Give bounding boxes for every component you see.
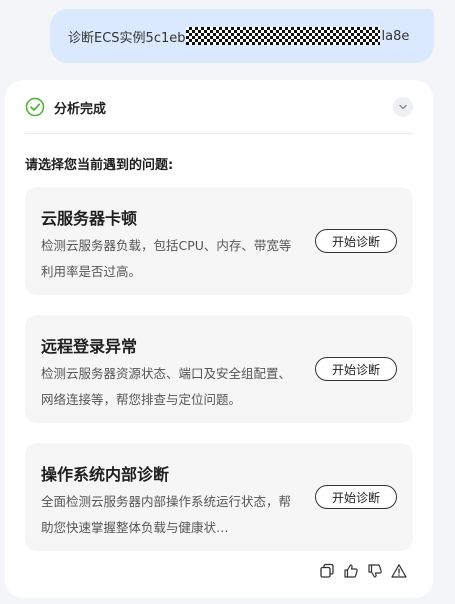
copy-icon[interactable] xyxy=(319,563,335,579)
question-prompt: 请选择您当前遇到的问题: xyxy=(25,158,174,173)
option-card-server-lag: 云服务器卡顿 检测云服务器负载，包括CPU、内存、带宽等利用率是否过高。 开始诊… xyxy=(25,187,413,295)
option-title: 远程登录异常 xyxy=(41,337,138,356)
option-description: 检测云服务器负载，包括CPU、内存、带宽等利用率是否过高。 xyxy=(41,238,292,279)
collapse-button[interactable] xyxy=(393,97,413,117)
user-message-suffix: la8e xyxy=(381,28,410,44)
option-card-os-diagnosis: 操作系统内部诊断 全面检测云服务器内部操作系统运行状态，帮助您快速掌握整体负载与… xyxy=(25,443,413,551)
start-diagnosis-button[interactable]: 开始诊断 xyxy=(315,357,397,381)
option-card-remote-login: 远程登录异常 检测云服务器资源状态、端口及安全组配置、网络连接等，帮您排查与定位… xyxy=(25,315,413,423)
thumbs-up-icon[interactable] xyxy=(343,563,359,579)
divider xyxy=(25,133,413,134)
user-message-bubble: 诊断ECS实例5c1eb la8e xyxy=(50,9,434,63)
option-title: 云服务器卡顿 xyxy=(41,209,138,228)
option-description: 全面检测云服务器内部操作系统运行状态，帮助您快速掌握整体负载与健康状… xyxy=(41,494,292,535)
option-description: 检测云服务器资源状态、端口及安全组配置、网络连接等，帮您排查与定位问题。 xyxy=(41,366,292,407)
thumbs-down-icon[interactable] xyxy=(367,563,383,579)
user-message-prefix: 诊断ECS实例5c1eb xyxy=(68,30,186,46)
check-circle-icon xyxy=(25,97,45,117)
start-diagnosis-button[interactable]: 开始诊断 xyxy=(315,229,397,253)
option-title: 操作系统内部诊断 xyxy=(41,465,170,484)
analysis-status-text: 分析完成 xyxy=(54,101,107,117)
redacted-instance-id xyxy=(186,27,381,45)
analysis-status-row: 分析完成 xyxy=(25,96,413,118)
start-diagnosis-button[interactable]: 开始诊断 xyxy=(315,485,397,509)
message-action-bar xyxy=(319,561,407,581)
chevron-down-icon xyxy=(399,104,407,110)
warning-icon[interactable] xyxy=(391,563,407,579)
assistant-response-card: 分析完成 请选择您当前遇到的问题: 云服务器卡顿 检测云服务器负载，包括CPU、… xyxy=(5,80,433,598)
chat-page: 诊断ECS实例5c1eb la8e 分析完成 请选择您当前遇到的问题: 云服务器卡… xyxy=(0,0,455,604)
